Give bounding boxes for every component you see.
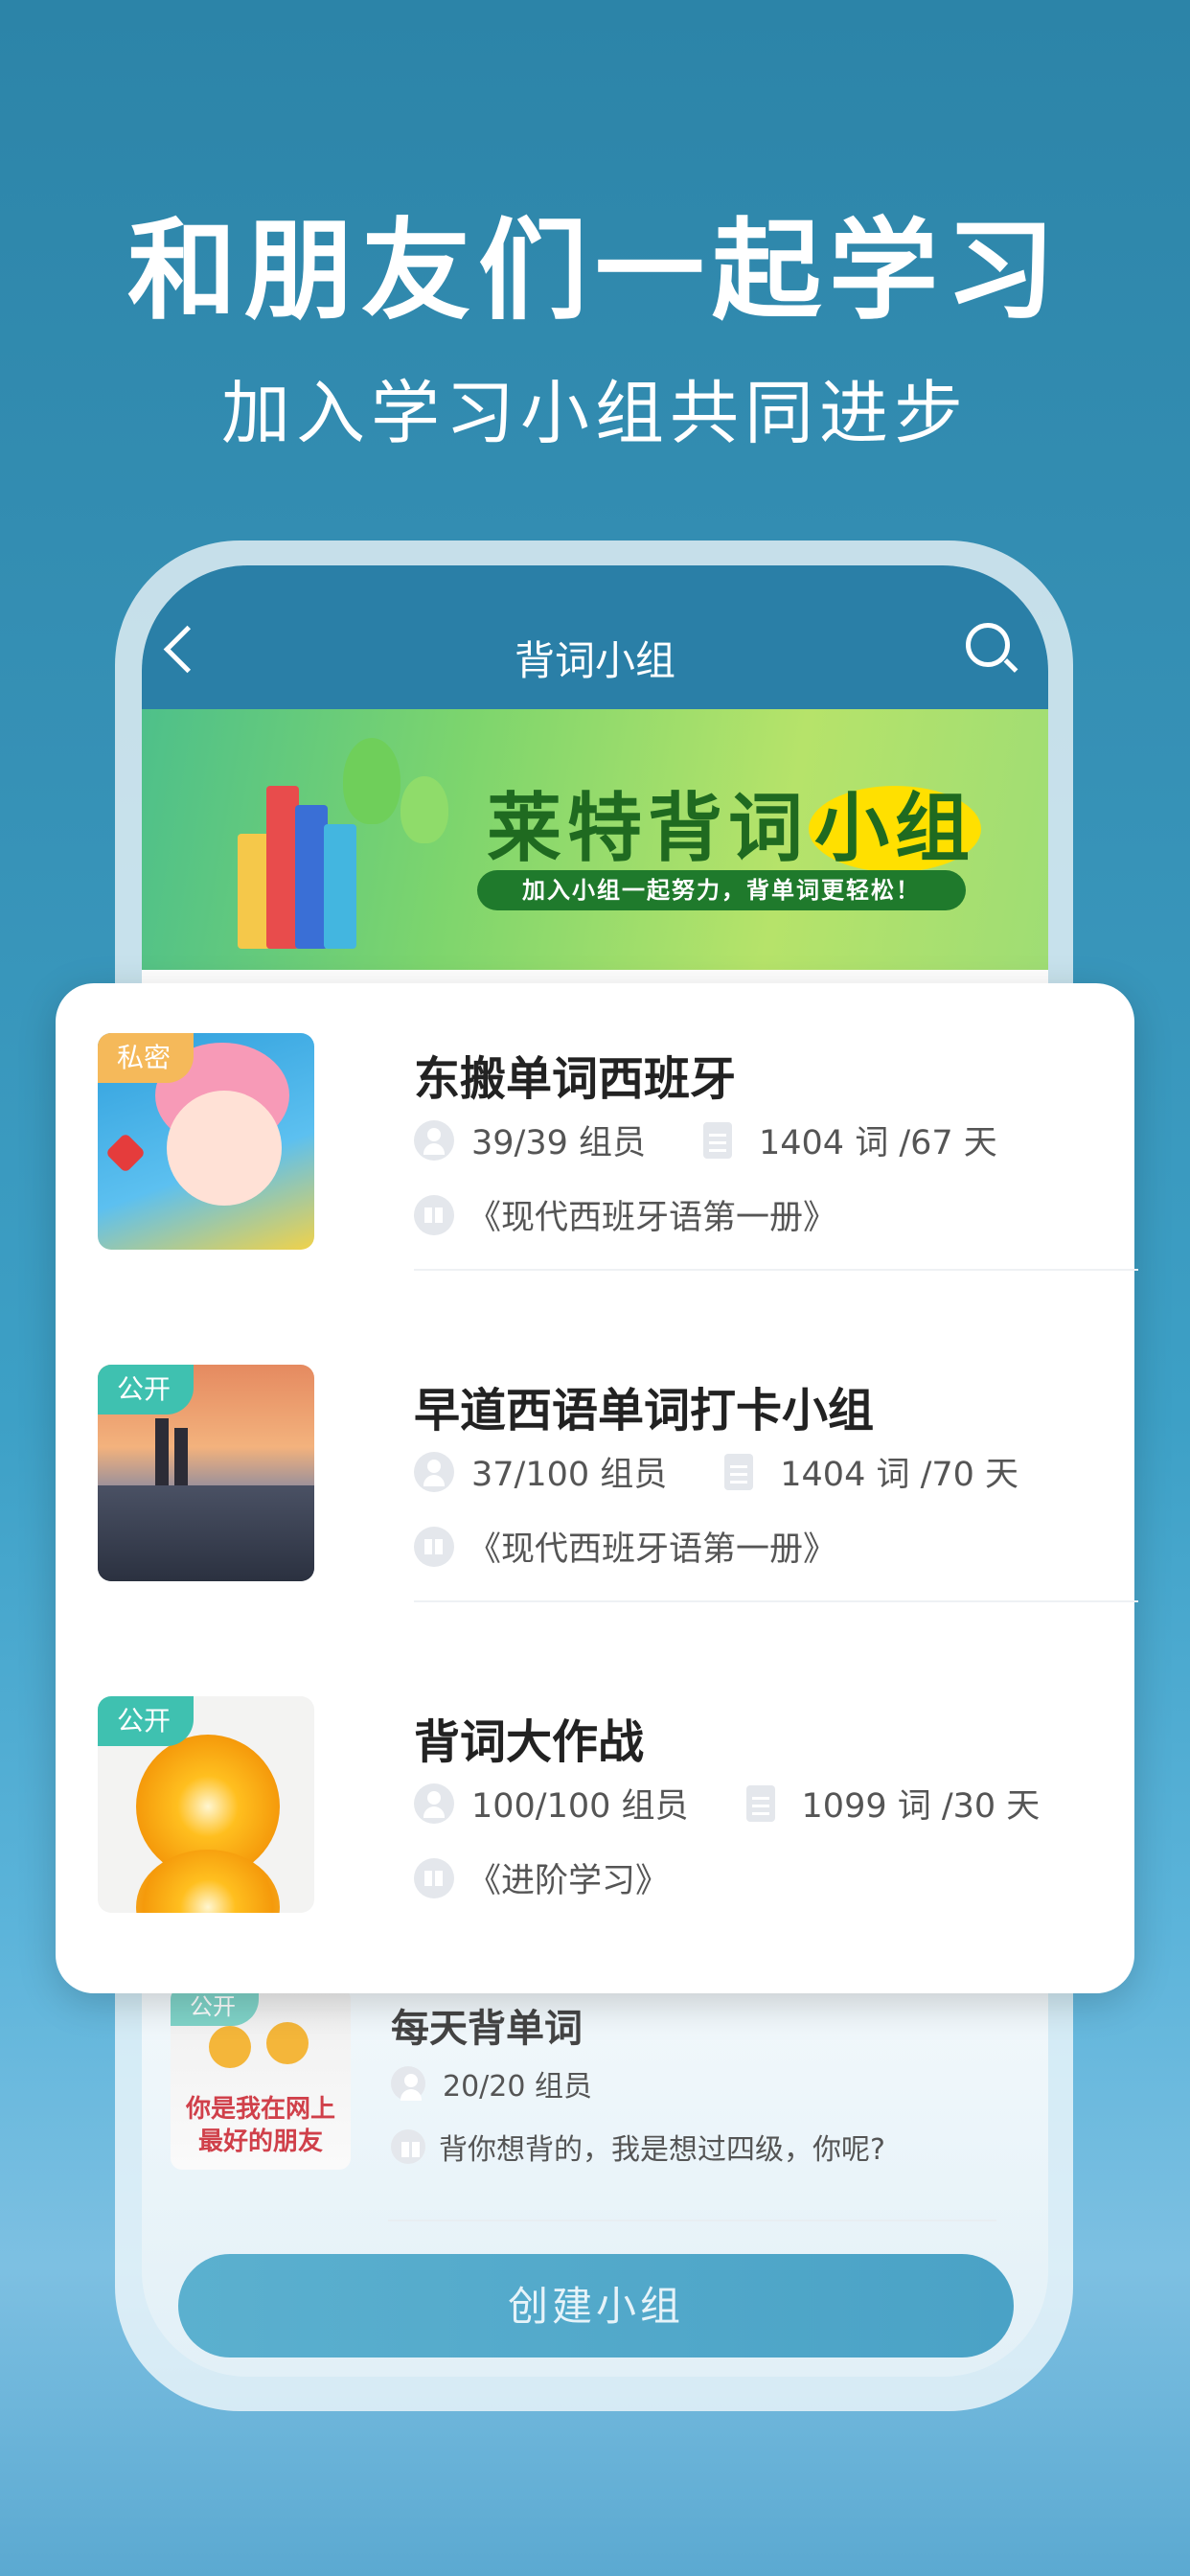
nav-bar: 背词小组	[142, 565, 1048, 709]
members-count: 20/20 组员	[443, 2070, 592, 2104]
user-icon	[391, 2066, 425, 2101]
group-list-card: 私密 东搬单词西班牙 39/39 组员 1404 词 /67 天 《现代西班牙语…	[56, 983, 1138, 1993]
notebook-icon	[745, 1784, 775, 1822]
book-icon	[414, 1857, 454, 1898]
user-icon	[414, 1782, 454, 1824]
group-stats: 39/39 组员 1404 词 /67 天	[414, 1116, 997, 1164]
book-icon	[414, 1526, 454, 1567]
list-item[interactable]: 公开 你是我在网上 最好的朋友 每天背单词 20/20 组员 背你想背的，我是想过…	[171, 1988, 1033, 2179]
thumb-caption-line2: 最好的朋友	[197, 2128, 323, 2156]
group-tag: 公开	[171, 1988, 259, 2026]
nav-title: 背词小组	[514, 637, 675, 684]
group-name: 每天背单词	[391, 2007, 583, 2051]
group-tag: 公开	[98, 1696, 195, 1746]
group-book: 《现代西班牙语第一册》	[414, 1190, 836, 1239]
hero-subtitle: 加入学习小组共同进步	[220, 373, 969, 453]
members-count: 100/100 组员	[471, 1787, 689, 1826]
divider	[388, 2220, 996, 2221]
divider	[414, 1269, 1138, 1271]
group-members: 20/20 组员	[391, 2062, 592, 2104]
group-thumbnail: 公开	[98, 1696, 314, 1913]
smiley-icon	[266, 2022, 309, 2064]
banner-slogan: 加入小组一起努力，背单词更轻松！	[477, 870, 966, 910]
user-icon	[414, 1451, 454, 1492]
description-text: 背你想背的，我是想过四级，你呢?	[439, 2133, 885, 2167]
thumb-caption-line1: 你是我在网上	[185, 2095, 335, 2124]
book-title: 《进阶学习》	[468, 1862, 670, 1900]
trees-illustration-icon	[333, 738, 477, 930]
list-item[interactable]: 公开 早道西语单词打卡小组 37/100 组员 1404 词 /70 天 《现代…	[98, 1315, 1138, 1602]
book-icon	[391, 2129, 425, 2164]
group-description: 背你想背的，我是想过四级，你呢?	[391, 2126, 885, 2168]
group-stats: 37/100 组员 1404 词 /70 天	[414, 1447, 1018, 1496]
members-count: 37/100 组员	[471, 1456, 668, 1494]
group-stats: 100/100 组员 1099 词 /30 天	[414, 1779, 1040, 1828]
banner-title: 莱特背词小组	[487, 769, 982, 876]
group-thumbnail: 公开	[98, 1365, 314, 1581]
book-title: 《现代西班牙语第一册》	[468, 1199, 837, 1237]
user-icon	[414, 1119, 454, 1161]
book-title: 《现代西班牙语第一册》	[468, 1530, 837, 1569]
group-name: 早道西语单词打卡小组	[414, 1384, 875, 1438]
notebook-icon	[703, 1121, 732, 1159]
thumb-caption: 你是我在网上 最好的朋友	[171, 2093, 351, 2158]
smiley-icon	[209, 2026, 251, 2068]
create-group-button[interactable]: 创建小组	[178, 2254, 1014, 2358]
group-name: 背词大作战	[414, 1715, 645, 1769]
group-thumbnail: 私密	[98, 1033, 314, 1250]
hero-title: 和朋友们一起学习	[126, 207, 1063, 334]
group-tag: 公开	[98, 1365, 195, 1414]
book-icon	[414, 1194, 454, 1235]
group-thumbnail: 公开 你是我在网上 最好的朋友	[171, 1988, 351, 2170]
notebook-icon	[724, 1453, 754, 1490]
members-count: 39/39 组员	[471, 1124, 646, 1162]
list-item[interactable]: 公开 背词大作战 100/100 组员 1099 词 /30 天 《进阶学习》	[98, 1646, 1094, 1934]
banner-title-highlight: 小组	[809, 786, 982, 872]
heart-icon	[104, 1132, 147, 1174]
words-days: 1404 词 /67 天	[759, 1124, 997, 1162]
divider	[414, 1600, 1138, 1602]
group-name: 东搬单词西班牙	[414, 1052, 737, 1106]
group-book: 《进阶学习》	[414, 1853, 669, 1902]
words-days: 1404 词 /70 天	[780, 1456, 1019, 1494]
list-item[interactable]: 私密 东搬单词西班牙 39/39 组员 1404 词 /67 天 《现代西班牙语…	[98, 983, 1138, 1271]
words-days: 1099 词 /30 天	[801, 1787, 1041, 1826]
group-tag: 私密	[98, 1033, 195, 1083]
search-icon[interactable]	[966, 623, 1010, 667]
banner-title-main: 莱特背词	[487, 786, 810, 872]
group-book: 《现代西班牙语第一册》	[414, 1522, 836, 1571]
group-banner[interactable]: 莱特背词小组 加入小组一起努力，背单词更轻松！	[142, 709, 1048, 970]
